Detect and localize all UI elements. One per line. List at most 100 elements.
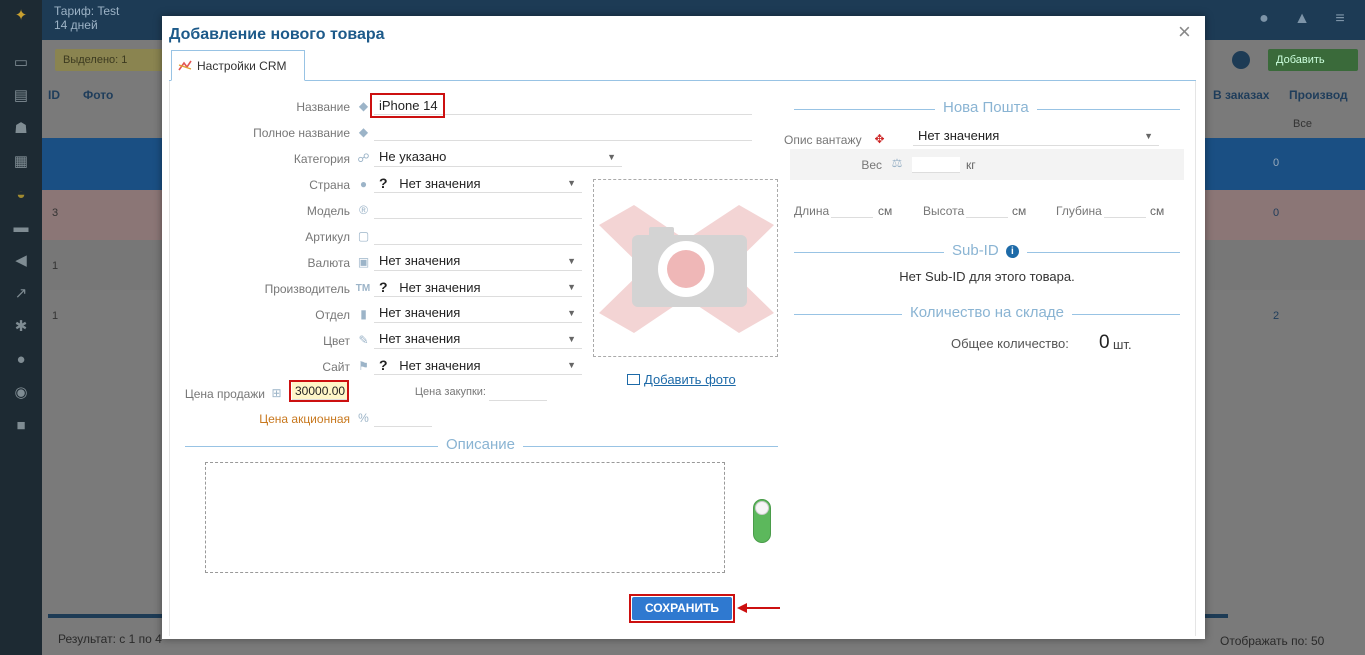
purchase-price-input[interactable] bbox=[489, 383, 547, 401]
chevron-down-icon: ▼ bbox=[567, 334, 576, 344]
row-number: 1 bbox=[52, 260, 59, 272]
chevron-down-icon: ▼ bbox=[567, 360, 576, 370]
result-count: Результат: с 1 по 4 bbox=[58, 632, 162, 646]
settings-icon[interactable]: ✱ bbox=[11, 319, 31, 335]
bell-icon[interactable]: ▲ bbox=[1292, 10, 1312, 30]
add-photo-link[interactable]: Добавить фото bbox=[627, 372, 736, 387]
question-mark: ? bbox=[379, 279, 388, 295]
add-button-bg[interactable]: Добавить bbox=[1268, 49, 1358, 71]
promo-price-label: Цена акционная bbox=[259, 412, 350, 426]
user-icon[interactable]: ● bbox=[1254, 10, 1274, 30]
settings-round-button[interactable] bbox=[1232, 51, 1250, 69]
col-orders[interactable]: В заказах bbox=[1213, 88, 1269, 102]
eye-icon[interactable]: ◉ bbox=[11, 385, 31, 401]
stats-icon[interactable]: ↗ bbox=[11, 286, 31, 302]
scales-icon: ⚖ bbox=[891, 156, 903, 170]
note-icon: ▢ bbox=[357, 229, 370, 243]
full-name-input[interactable] bbox=[374, 123, 752, 141]
category-value: Не указано bbox=[379, 149, 447, 164]
description-textarea[interactable] bbox=[205, 462, 725, 573]
add-photo-label: Добавить фото bbox=[644, 372, 736, 387]
name-label: Название bbox=[296, 100, 350, 114]
department-select[interactable]: Нет значения ▼ bbox=[374, 303, 582, 323]
people-icon[interactable]: ☗ bbox=[11, 121, 31, 137]
move-icon: ✥ bbox=[874, 132, 885, 146]
products-icon[interactable]: ◒ bbox=[11, 187, 31, 203]
app-sidebar: ✦ ▭ ▤ ☗ ▦ ◒ ▬ ◀ ↗ ✱ ● ◉ ■ bbox=[0, 0, 42, 655]
tag-icon: ◆ bbox=[358, 99, 369, 113]
tab-label: Настройки CRM bbox=[197, 59, 287, 73]
height-input[interactable] bbox=[966, 202, 1008, 218]
tariff-info: Тариф: Test 14 дней bbox=[54, 4, 119, 32]
chevron-down-icon: ▼ bbox=[567, 178, 576, 188]
length-label: Длина bbox=[794, 204, 830, 218]
full-name-label: Полное название bbox=[253, 126, 350, 140]
category-label: Категория bbox=[293, 152, 350, 166]
modal-title: Добавление нового товара bbox=[169, 26, 385, 43]
info-icon[interactable]: ● bbox=[11, 352, 31, 368]
video-icon[interactable]: ■ bbox=[11, 418, 31, 434]
model-label: Модель bbox=[306, 204, 350, 218]
per-page[interactable]: Отображать по: 50 bbox=[1220, 634, 1324, 648]
sale-price-highlight bbox=[289, 380, 349, 402]
currency-label: Валюта bbox=[307, 256, 350, 270]
close-icon[interactable]: × bbox=[1178, 21, 1191, 43]
site-label: Сайт bbox=[322, 360, 350, 374]
promo-price-input[interactable] bbox=[374, 409, 432, 427]
basket-icon: ⊞ bbox=[271, 386, 282, 400]
money-icon: ▣ bbox=[357, 255, 370, 269]
row-value: 2 bbox=[1273, 310, 1280, 322]
weight-label: Вес bbox=[861, 158, 882, 172]
category-select[interactable]: Не указано ▼ bbox=[374, 147, 622, 167]
tab-crm-settings[interactable]: Настройки CRM bbox=[171, 50, 305, 81]
color-select[interactable]: Нет значения ▼ bbox=[374, 329, 582, 349]
photo-dropzone[interactable] bbox=[593, 179, 778, 357]
monitor-icon[interactable]: ▭ bbox=[11, 55, 31, 71]
registered-icon: ® bbox=[359, 203, 368, 217]
truck-icon[interactable]: ▬ bbox=[11, 220, 31, 236]
percent-icon: % bbox=[358, 411, 369, 425]
list-icon[interactable]: ▦ bbox=[11, 154, 31, 170]
filter-all[interactable]: Все bbox=[1293, 118, 1312, 130]
megaphone-icon[interactable]: ◀ bbox=[11, 253, 31, 269]
save-button[interactable]: СОХРАНИТЬ bbox=[632, 597, 732, 620]
tariff-days: 14 дней bbox=[54, 18, 98, 32]
info-icon[interactable]: i bbox=[1005, 245, 1019, 258]
department-label: Отдел bbox=[315, 308, 350, 322]
producer-select[interactable]: ? Нет значения ▼ bbox=[374, 277, 582, 297]
col-id[interactable]: ID bbox=[48, 88, 60, 102]
weight-unit: кг bbox=[966, 158, 976, 172]
article-input[interactable] bbox=[374, 227, 582, 245]
camera-placeholder-icon bbox=[599, 205, 774, 333]
producer-label: Производитель bbox=[264, 282, 350, 296]
col-photo[interactable]: Фото bbox=[83, 88, 113, 102]
chevron-down-icon: ▼ bbox=[567, 308, 576, 318]
currency-select[interactable]: Нет значения ▼ bbox=[374, 251, 582, 271]
article-label: Артикул bbox=[305, 230, 350, 244]
height-label: Высота bbox=[923, 204, 965, 218]
cargo-value: Нет значения bbox=[918, 128, 1000, 143]
description-toggle[interactable] bbox=[753, 499, 771, 543]
site-select[interactable]: ? Нет значения ▼ bbox=[374, 355, 582, 375]
selected-badge[interactable]: Выделено: 1 bbox=[55, 49, 163, 71]
length-input[interactable] bbox=[831, 202, 873, 218]
country-select[interactable]: ? Нет значения ▼ bbox=[374, 173, 582, 193]
toggle-knob bbox=[755, 501, 769, 515]
site-value: Нет значения bbox=[399, 358, 481, 373]
depth-input[interactable] bbox=[1104, 202, 1146, 218]
orders-icon[interactable]: ▤ bbox=[11, 88, 31, 104]
cargo-select[interactable]: Нет значения ▼ bbox=[913, 126, 1159, 146]
menu-icon[interactable]: ≡ bbox=[1330, 10, 1350, 30]
weight-input[interactable] bbox=[912, 157, 960, 173]
stock-total-label: Общее количество: bbox=[951, 336, 1069, 351]
sub-id-empty-text: Нет Sub-ID для этого товара. bbox=[899, 269, 1075, 284]
country-label: Страна bbox=[309, 178, 350, 192]
name-highlight bbox=[370, 93, 445, 118]
chevron-down-icon: ▼ bbox=[1144, 131, 1153, 141]
sub-id-header: Sub-ID i bbox=[944, 242, 1027, 259]
col-producer[interactable]: Производ bbox=[1289, 88, 1348, 102]
description-title: Описание bbox=[438, 436, 524, 453]
model-input[interactable] bbox=[374, 201, 582, 219]
color-label: Цвет bbox=[323, 334, 350, 348]
length-unit: см bbox=[878, 204, 893, 218]
